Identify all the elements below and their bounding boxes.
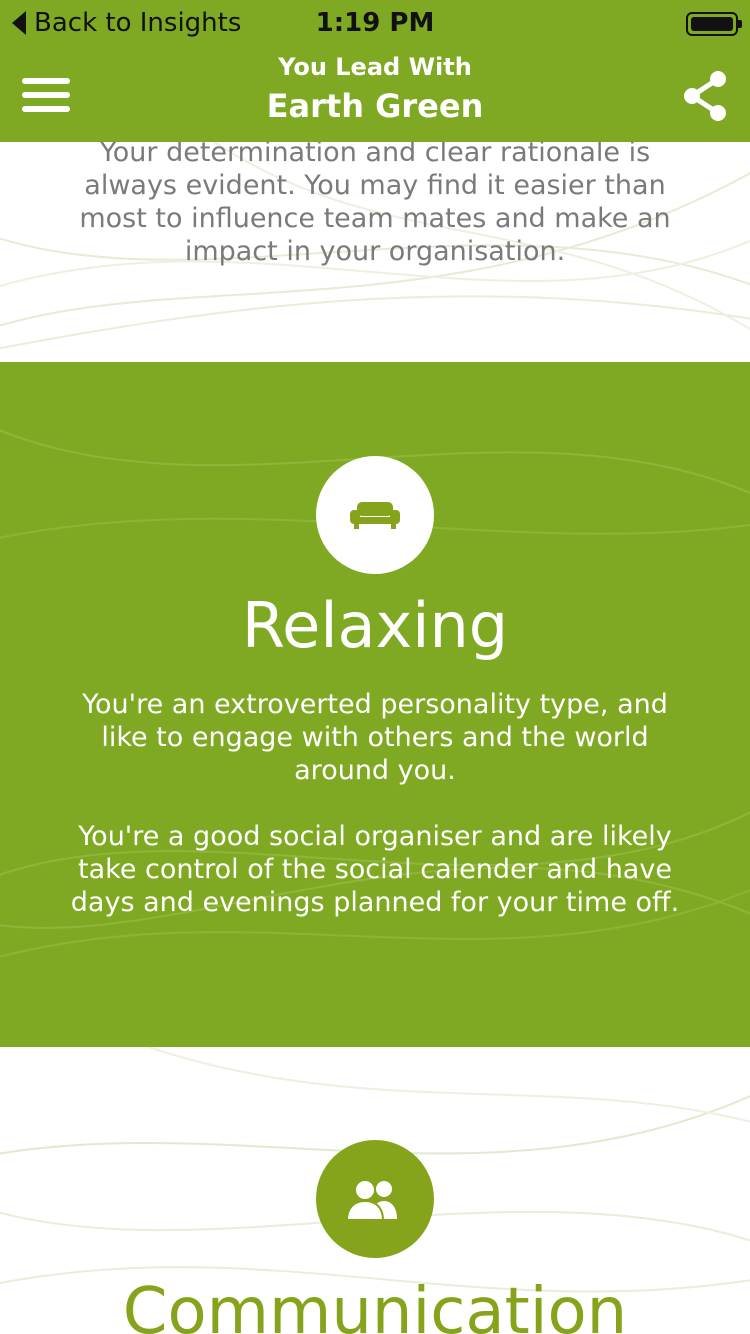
relaxing-icon-badge [316, 456, 434, 574]
share-icon [684, 71, 726, 121]
share-button[interactable] [682, 70, 728, 122]
status-bar: Back to Insights 1:19 PM [0, 0, 750, 46]
communication-icon-badge [316, 1140, 434, 1258]
insight-section-relaxing: Relaxing You're an extroverted personali… [0, 362, 750, 1047]
battery-icon [686, 12, 742, 36]
insight-section-intro: Your determination and clear rationale i… [0, 142, 750, 362]
people-icon [345, 1179, 397, 1221]
page-title-text: Earth Green [266, 87, 484, 125]
sofa-icon [350, 502, 400, 529]
status-time: 1:19 PM [315, 8, 435, 38]
insight-section-communication: Communication [0, 1047, 750, 1334]
relaxing-paragraph-2: You're a good social organiser and are l… [70, 821, 680, 918]
section-title-relaxing: Relaxing [241, 589, 509, 662]
page-title: You Lead With Earth Green [120, 50, 630, 128]
relaxing-paragraph-1: You're an extroverted personality type, … [82, 689, 668, 786]
hamburger-menu-button[interactable] [22, 76, 72, 116]
page-subtitle: You Lead With [278, 53, 472, 81]
section-title-communication: Communication [122, 1275, 628, 1334]
intro-paragraph: Your determination and clear rationale i… [79, 142, 671, 267]
navigation-bar: Back to Insights 1:19 PM You Lead With E… [0, 0, 750, 142]
